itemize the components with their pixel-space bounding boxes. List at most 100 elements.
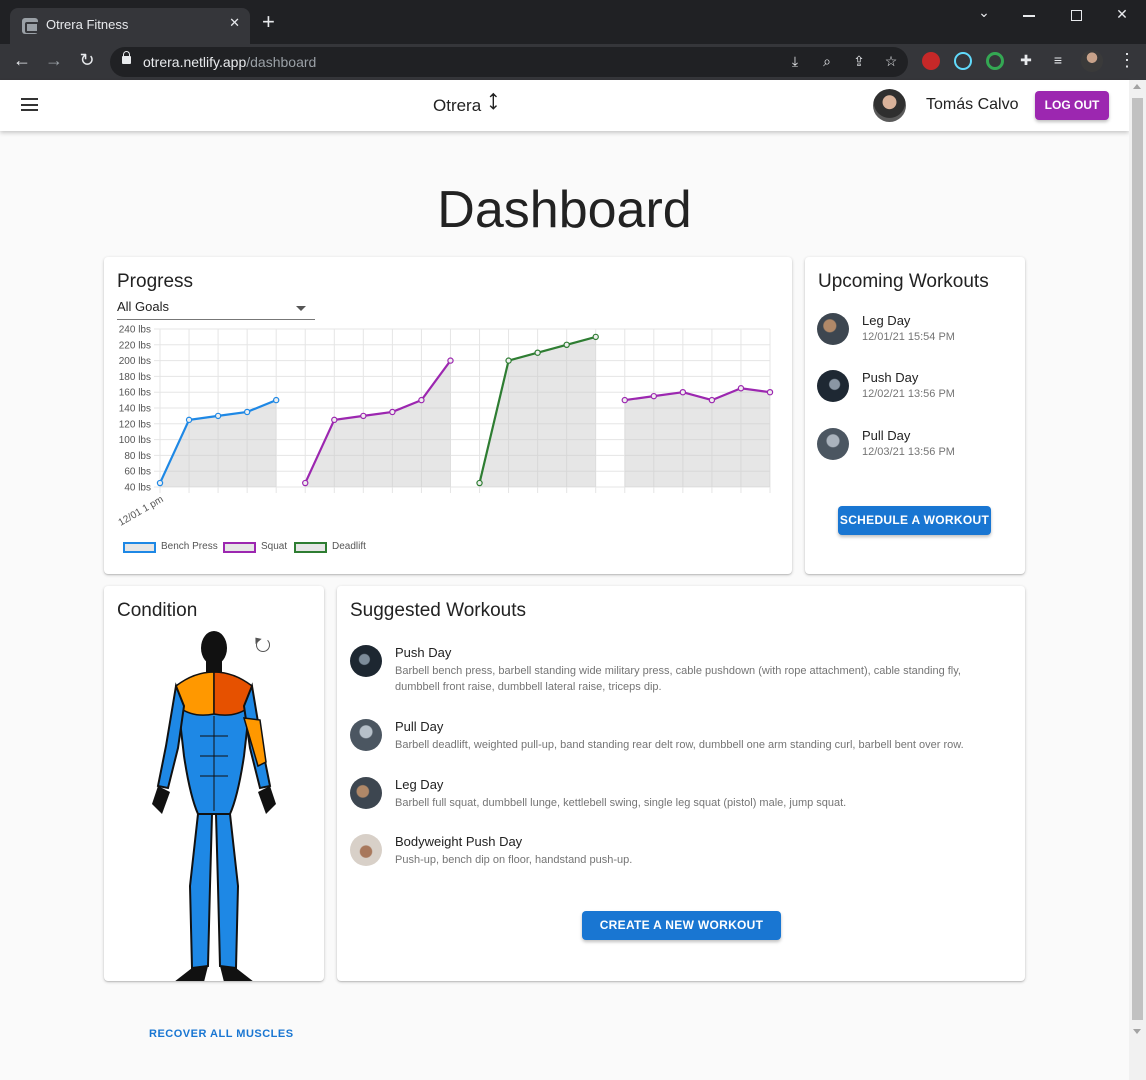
workout-thumbnail [350,645,382,677]
neck [206,660,222,672]
zoom-icon[interactable]: ⌕ [818,53,836,70]
suggested-name: Bodyweight Push Day [395,834,523,849]
suggested-item[interactable]: Bodyweight Push Day Push-up, bench dip o… [350,834,990,874]
data-point [185,416,193,424]
muscle-arm-left [156,682,186,790]
data-point [621,396,628,404]
lock-icon [122,51,131,64]
suggested-desc: Barbell deadlift, weighted pull-up, band… [395,739,964,751]
menu-icon[interactable] [21,98,38,111]
legend-swatch-squat[interactable] [223,542,256,553]
browser-titlebar: Otrera Fitness ✕ + ⌄ ✕ [0,0,1146,44]
suggested-card: Suggested Workouts Push Day Barbell benc… [337,586,1025,981]
y-tick-label: 60 lbs [124,467,151,478]
data-point [679,388,687,396]
page: Otrera ⤡ Tomás Calvo LOG OUT Dashboard P… [0,80,1146,1080]
y-tick-label: 120 lbs [119,419,151,430]
data-point [563,341,570,349]
data-point [505,357,512,364]
suggested-desc: Push-up, bench dip on floor, handstand p… [395,854,633,866]
browser-menu-icon[interactable]: ⋮ [1118,50,1136,71]
data-point [156,479,164,487]
reload-icon[interactable]: ↻ [75,50,99,71]
data-point [737,385,745,392]
minimize-icon[interactable] [1023,15,1035,17]
data-point [214,412,222,420]
suggested-name: Leg Day [395,777,444,792]
page-scrollbar[interactable] [1129,80,1146,1080]
upcoming-date: 12/03/21 13:56 PM [862,446,955,458]
suggested-item[interactable]: Push Day Barbell bench press, barbell st… [350,645,990,699]
suggested-name: Push Day [395,645,452,660]
schedule-workout-button[interactable]: SCHEDULE A WORKOUT [838,506,991,535]
forward-icon[interactable]: → [42,50,66,71]
workout-thumbnail [350,777,382,809]
create-workout-plan-button[interactable]: CREATE A NEW WORKOUT PLAN [582,911,781,961]
legend-swatch-bench-press[interactable] [123,542,156,553]
progress-card: Progress All Goals 240 lbs 220 lbs 200 lbs… [104,257,792,574]
new-tab-icon[interactable]: + [262,11,275,33]
close-tab-icon[interactable]: ✕ [229,15,240,31]
workout-thumbnail [817,313,849,345]
foot-left [175,966,208,981]
suggested-desc: Barbell full squat, dumbbell lunge, kett… [395,797,847,809]
suggested-item[interactable]: Leg Day Barbell full squat, dumbbell lun… [350,777,990,817]
data-point [302,479,309,487]
upcoming-card: Upcoming Workouts Leg Day 12/01/21 15:54… [805,257,1025,574]
bookmark-star-icon[interactable]: ☆ [882,53,900,70]
upcoming-date: 12/02/21 13:56 PM [862,388,955,400]
series-area [624,388,770,487]
data-point [766,388,774,396]
scroll-down-arrow-icon[interactable] [1133,1029,1141,1034]
maximize-icon[interactable] [1071,10,1082,21]
address-bar[interactable]: otrera.netlify.app/dashboard ⤓ ⌕ ⇪ ☆ [110,47,908,77]
workout-thumbnail [817,428,849,460]
suggested-title: Suggested Workouts [350,600,527,621]
workout-thumbnail [350,834,382,866]
recover-all-muscles-button[interactable]: RECOVER ALL MUSCLES [149,1028,294,1040]
x-tick-label: 12/01 1 pm [117,494,166,529]
user-name: Tomás Calvo [926,96,1019,113]
share-icon[interactable]: ⇪ [850,53,868,70]
extension-icon[interactable] [922,52,940,70]
y-tick-label: 140 lbs [119,404,151,415]
tab-search-icon[interactable]: ⌄ [974,4,994,21]
back-icon[interactable]: ← [10,50,34,71]
legend-swatch-deadlift[interactable] [294,542,327,553]
avatar[interactable] [873,89,906,122]
y-tick-label: 160 lbs [119,388,151,399]
muscle-leg-right [214,813,240,970]
suggested-desc: Barbell bench press, barbell standing wi… [395,665,961,693]
tab-title: Otrera Fitness [46,17,129,32]
data-point [476,479,483,487]
data-point [534,349,541,356]
extension-icon[interactable] [986,52,1004,70]
url-text: otrera.netlify.app/dashboard [143,54,317,70]
upcoming-title: Upcoming Workouts [818,271,989,292]
workout-thumbnail [350,719,382,751]
scroll-up-arrow-icon[interactable] [1133,84,1141,89]
muscle-leg-left [188,813,214,970]
workout-thumbnail [817,370,849,402]
upcoming-date: 12/01/21 15:54 PM [862,331,955,343]
hand-left [152,786,170,814]
puzzle-icon[interactable]: ✚ [1017,52,1035,69]
browser-profile-avatar[interactable] [1081,50,1103,72]
upcoming-item[interactable]: Pull Day 12/03/21 13:56 PM [817,428,1017,468]
progress-chart: 240 lbs 220 lbs 200 lbs 180 lbs 160 lbs 140 l… [117,325,774,529]
upcoming-item[interactable]: Leg Day 12/01/21 15:54 PM [817,313,1017,353]
y-tick-label: 220 lbs [119,340,151,351]
suggested-item[interactable]: Pull Day Barbell deadlift, weighted pull… [350,719,990,759]
browser-tab[interactable]: Otrera Fitness ✕ [10,8,250,44]
scroll-thumb[interactable] [1132,98,1143,1020]
app-bar: Otrera ⤡ Tomás Calvo LOG OUT [0,80,1129,131]
install-icon[interactable]: ⤓ [786,53,804,70]
reading-list-icon[interactable]: ≡ [1049,52,1067,68]
react-devtools-icon[interactable] [954,52,972,70]
upcoming-item[interactable]: Push Day 12/02/21 13:56 PM [817,370,1017,410]
muscle-body-figure[interactable] [104,586,324,981]
y-tick-label: 180 lbs [119,372,151,383]
logout-button[interactable]: LOG OUT [1035,91,1109,120]
close-window-icon[interactable]: ✕ [1112,6,1132,23]
expand-arrows-icon: ⤡ [482,91,504,113]
